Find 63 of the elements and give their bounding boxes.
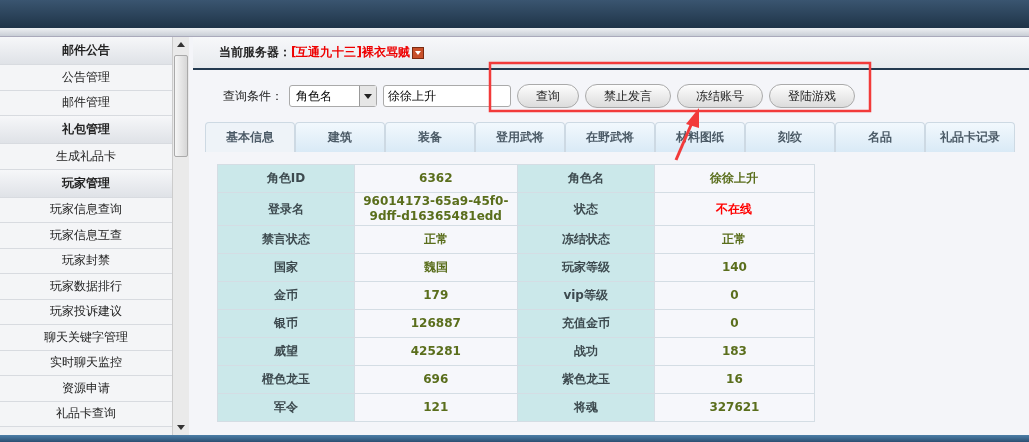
field-value: 696 xyxy=(354,365,517,394)
action-button[interactable]: 登陆游戏 xyxy=(769,84,855,108)
server-name: [互通九十三]裸衣骂贼 xyxy=(291,44,410,61)
tab[interactable]: 名品 xyxy=(835,122,925,152)
scroll-thumb[interactable] xyxy=(174,55,188,157)
field-value: 327621 xyxy=(654,393,815,422)
field-value: 183 xyxy=(654,337,815,366)
field-value: 425281 xyxy=(354,337,517,366)
field-label: 冻结状态 xyxy=(517,225,655,254)
field-value: 正常 xyxy=(354,225,517,254)
caret-icon[interactable] xyxy=(359,86,376,106)
field-value: 96014173-65a9-45f0-9dff-d16365481edd xyxy=(354,192,517,226)
condition-select[interactable]: 角色名 xyxy=(289,85,377,107)
action-button[interactable]: 禁止发言 xyxy=(585,84,671,108)
field-label: 角色名 xyxy=(517,164,655,193)
tab[interactable]: 装备 xyxy=(385,122,475,152)
sidebar-section-header[interactable]: 礼包管理 xyxy=(0,116,172,144)
field-value: 126887 xyxy=(354,309,517,338)
field-value: 140 xyxy=(654,253,815,282)
field-value: 不在线 xyxy=(654,192,815,226)
field-label: 金币 xyxy=(217,281,355,310)
field-value: 0 xyxy=(654,281,815,310)
annotation-arrow xyxy=(674,108,699,161)
field-label: 威望 xyxy=(217,337,355,366)
action-button[interactable]: 冻结账号 xyxy=(677,84,763,108)
field-label: 军令 xyxy=(217,393,355,422)
field-value: 魏国 xyxy=(354,253,517,282)
field-value: 6362 xyxy=(354,164,517,193)
server-label: 当前服务器： xyxy=(219,44,291,61)
tab[interactable]: 基本信息 xyxy=(205,122,295,152)
field-label: 玩家等级 xyxy=(517,253,655,282)
tab[interactable]: 建筑 xyxy=(295,122,385,152)
field-label: 角色ID xyxy=(217,164,355,193)
field-label: 银币 xyxy=(217,309,355,338)
scroll-down-icon[interactable] xyxy=(177,425,185,431)
field-label: 登录名 xyxy=(217,192,355,226)
field-value: 徐徐上升 xyxy=(654,164,815,193)
search-field[interactable]: 徐徐上升 xyxy=(383,85,511,107)
field-label: 战功 xyxy=(517,337,655,366)
field-value: 16 xyxy=(654,365,815,394)
field-label: 紫色龙玉 xyxy=(517,365,655,394)
scrollbar[interactable] xyxy=(172,37,189,435)
tab[interactable]: 刻纹 xyxy=(745,122,835,152)
scroll-up-icon[interactable] xyxy=(177,41,185,47)
sidebar-section-header[interactable]: 邮件公告 xyxy=(0,37,172,65)
dropdown-icon[interactable] xyxy=(411,46,424,59)
action-button[interactable]: 查询 xyxy=(517,84,579,108)
field-value: 121 xyxy=(354,393,517,422)
field-value: 179 xyxy=(354,281,517,310)
field-label: 禁言状态 xyxy=(217,225,355,254)
tab[interactable]: 礼品卡记录 xyxy=(925,122,1015,152)
field-label: 橙色龙玉 xyxy=(217,365,355,394)
field-label: 状态 xyxy=(517,192,655,226)
field-label: 充值金币 xyxy=(517,309,655,338)
field-label: 将魂 xyxy=(517,393,655,422)
sidebar-section-header[interactable]: 玩家管理 xyxy=(0,169,172,198)
field-label: 国家 xyxy=(217,253,355,282)
field-value: 正常 xyxy=(654,225,815,254)
field-value: 0 xyxy=(654,309,815,338)
tab[interactable]: 在野武将 xyxy=(565,122,655,152)
field-label: vip等级 xyxy=(517,281,655,310)
query-label: 查询条件： xyxy=(223,87,283,105)
tab[interactable]: 登用武将 xyxy=(475,122,565,152)
